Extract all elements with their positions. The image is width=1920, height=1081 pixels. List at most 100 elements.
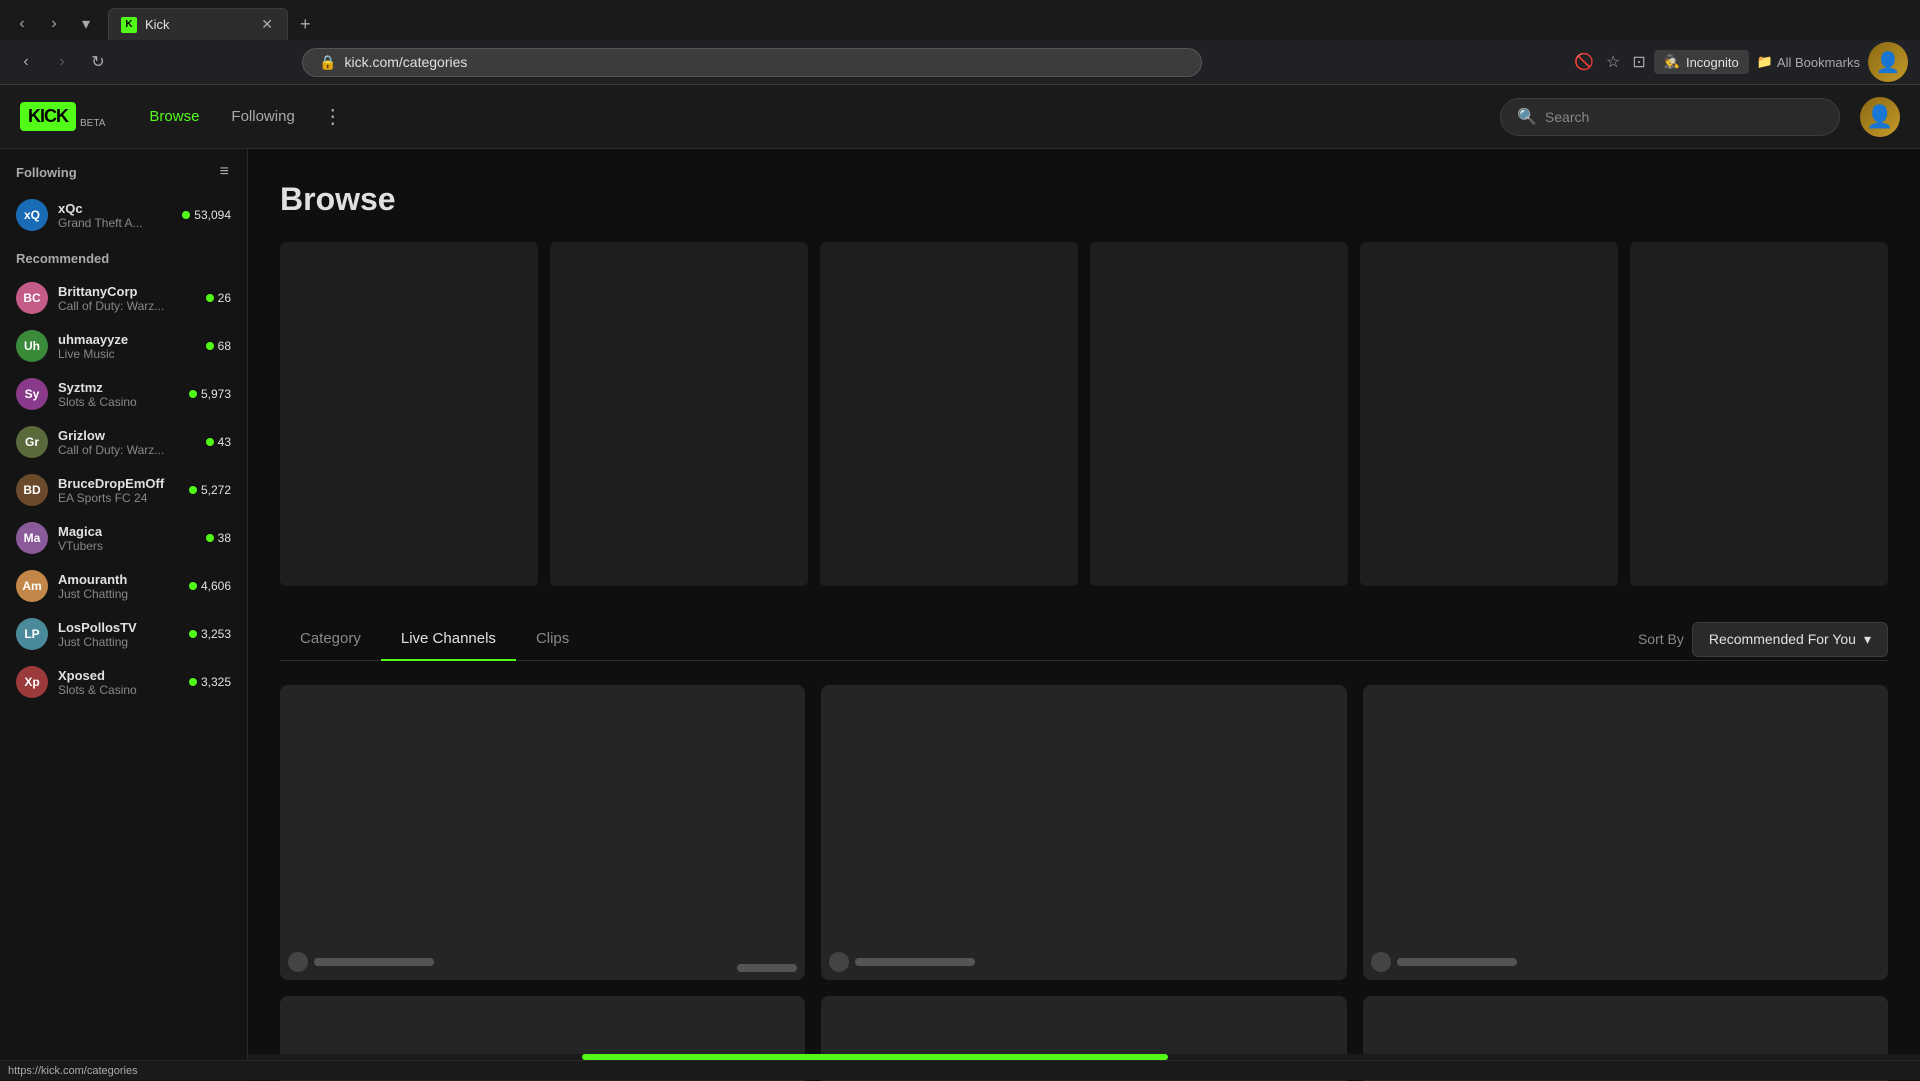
sidebar-item-uhmaayyze[interactable]: Uh uhmaayyze Live Music 68 bbox=[0, 322, 247, 370]
viewer-count-xposed: 3,325 bbox=[189, 675, 231, 689]
channel-info-grizlow: Grizlow Call of Duty: Warz... bbox=[58, 428, 196, 457]
page-content: Browse Category Live Channels Clips Sort… bbox=[248, 149, 1920, 1081]
stream-card-2[interactable] bbox=[821, 685, 1346, 980]
tab-favicon: K bbox=[121, 17, 137, 33]
viewer-count-lospollostv: 3,253 bbox=[189, 627, 231, 641]
incognito-icon: 🕵 bbox=[1664, 54, 1680, 70]
new-tab-btn[interactable]: + bbox=[292, 10, 319, 39]
viewer-count-syztmz: 5,973 bbox=[189, 387, 231, 401]
channel-avatar-brittanycorp: BC bbox=[16, 282, 48, 314]
viewer-count-grizlow: 43 bbox=[206, 435, 231, 449]
address-bar-row: ‹ › ↻ 🔒 kick.com/categories 🚫 ☆ ⊡ 🕵 Inco… bbox=[0, 40, 1920, 84]
channel-info-amouranth: Amouranth Just Chatting bbox=[58, 572, 179, 601]
channel-info-uhmaayyze: uhmaayyze Live Music bbox=[58, 332, 196, 361]
viewer-count-xqc: 53,094 bbox=[182, 208, 231, 222]
sort-value: Recommended For You bbox=[1709, 631, 1856, 647]
tab-back-btn[interactable]: ‹ bbox=[8, 10, 36, 38]
tab-title: Kick bbox=[145, 17, 251, 32]
sidebar-item-magica[interactable]: Ma Magica VTubers 38 bbox=[0, 514, 247, 562]
sort-by: Sort By Recommended For You ▾ bbox=[1638, 622, 1888, 657]
browse-tabs: Category Live Channels Clips Sort By Rec… bbox=[280, 618, 1888, 661]
forward-btn[interactable]: › bbox=[48, 48, 76, 76]
stream-card-1[interactable] bbox=[280, 685, 805, 980]
category-thumb-3[interactable] bbox=[820, 242, 1078, 586]
tab-live-channels[interactable]: Live Channels bbox=[381, 618, 516, 661]
channel-info-syztmz: Syztmz Slots & Casino bbox=[58, 380, 179, 409]
sidebar-collapse-btn[interactable]: ≡ bbox=[218, 161, 231, 183]
sidebar-item-xposed[interactable]: Xp Xposed Slots & Casino 3,325 bbox=[0, 658, 247, 706]
nav-more-btn[interactable]: ⋮ bbox=[315, 100, 351, 133]
status-bar-url: https://kick.com/categories bbox=[8, 1065, 138, 1077]
user-avatar-browser[interactable]: 👤 bbox=[1868, 42, 1908, 82]
viewer-count-uhmaayyze: 68 bbox=[206, 339, 231, 353]
recommended-section-header: Recommended bbox=[0, 239, 247, 274]
tab-close-btn[interactable]: ✕ bbox=[259, 16, 275, 33]
tab-forward-btn[interactable]: › bbox=[40, 10, 68, 38]
channel-avatar-uhmaayyze: Uh bbox=[16, 330, 48, 362]
sidebar-item-grizlow[interactable]: Gr Grizlow Call of Duty: Warz... 43 bbox=[0, 418, 247, 466]
channel-game-xqc: Grand Theft A... bbox=[58, 216, 172, 230]
reload-btn[interactable]: ↻ bbox=[84, 48, 112, 76]
nav-browse[interactable]: Browse bbox=[137, 100, 211, 133]
header-search: 🔍 Search bbox=[1500, 98, 1840, 136]
live-dot-xqc bbox=[182, 211, 190, 219]
tab-dropdown-btn[interactable]: ▾ bbox=[72, 10, 100, 38]
tab-clips[interactable]: Clips bbox=[516, 618, 589, 661]
following-section-header: Following ≡ bbox=[0, 149, 247, 191]
sidebar-item-brittanycorp[interactable]: BC BrittanyCorp Call of Duty: Warz... 26 bbox=[0, 274, 247, 322]
tab-category[interactable]: Category bbox=[280, 618, 381, 661]
bookmarks-folder-icon: 📁 bbox=[1757, 54, 1773, 70]
category-thumb-4[interactable] bbox=[1090, 242, 1348, 586]
sidebar-item-syztmz[interactable]: Sy Syztmz Slots & Casino 5,973 bbox=[0, 370, 247, 418]
channel-avatar-brucedropemoff: BD bbox=[16, 474, 48, 506]
viewer-count-amouranth: 4,606 bbox=[189, 579, 231, 593]
browser-tab[interactable]: K Kick ✕ bbox=[108, 8, 288, 40]
sort-dropdown[interactable]: Recommended For You ▾ bbox=[1692, 622, 1888, 657]
recommended-section-title: Recommended bbox=[16, 251, 109, 266]
app-header: KICK BETA Browse Following ⋮ 🔍 Search 👤 bbox=[0, 85, 1920, 149]
category-thumb-2[interactable] bbox=[550, 242, 808, 586]
main-content: Following ≡ xQ xQc Grand Theft A... 53,0… bbox=[0, 149, 1920, 1081]
sort-chevron-icon: ▾ bbox=[1864, 631, 1871, 648]
bookmark-star-icon[interactable]: ☆ bbox=[1606, 52, 1620, 72]
address-bar[interactable]: 🔒 kick.com/categories bbox=[302, 48, 1202, 77]
channel-avatar-magica: Ma bbox=[16, 522, 48, 554]
logo[interactable]: KICK BETA bbox=[20, 102, 105, 131]
lock-icon: 🔒 bbox=[319, 54, 336, 71]
header-nav: Browse Following ⋮ bbox=[137, 100, 350, 133]
search-box[interactable]: 🔍 Search bbox=[1500, 98, 1840, 136]
logo-box: KICK bbox=[20, 102, 76, 131]
channel-info-brittanycorp: BrittanyCorp Call of Duty: Warz... bbox=[58, 284, 196, 313]
back-btn[interactable]: ‹ bbox=[12, 48, 40, 76]
category-thumb-6[interactable] bbox=[1630, 242, 1888, 586]
nav-following[interactable]: Following bbox=[219, 100, 306, 133]
device-icon[interactable]: ⊡ bbox=[1632, 52, 1645, 72]
channel-avatar-syztmz: Sy bbox=[16, 378, 48, 410]
sidebar-item-amouranth[interactable]: Am Amouranth Just Chatting 4,606 bbox=[0, 562, 247, 610]
category-thumb-5[interactable] bbox=[1360, 242, 1618, 586]
tab-bar: ‹ › ▾ K Kick ✕ + bbox=[0, 0, 1920, 40]
stream-thumbnail-2 bbox=[821, 685, 1346, 980]
search-placeholder: Search bbox=[1545, 109, 1589, 125]
stream-grid bbox=[280, 685, 1888, 1081]
browser-chrome: ‹ › ▾ K Kick ✕ + ‹ › ↻ 🔒 kick.com/catego… bbox=[0, 0, 1920, 85]
camera-off-icon[interactable]: 🚫 bbox=[1574, 52, 1594, 72]
incognito-btn[interactable]: 🕵 Incognito bbox=[1654, 50, 1749, 74]
sidebar-item-brucedropemoff[interactable]: BD BruceDropEmOff EA Sports FC 24 5,272 bbox=[0, 466, 247, 514]
search-icon: 🔍 bbox=[1517, 107, 1537, 127]
stream-thumbnail-3 bbox=[1363, 685, 1888, 980]
sidebar-item-lospollostvv[interactable]: LP LosPollosTV Just Chatting 3,253 bbox=[0, 610, 247, 658]
page-title: Browse bbox=[280, 181, 1888, 218]
channel-info-lospollostv: LosPollosTV Just Chatting bbox=[58, 620, 179, 649]
viewer-count-magica: 38 bbox=[206, 531, 231, 545]
viewer-count-brittanycorp: 26 bbox=[206, 291, 231, 305]
stream-card-3[interactable] bbox=[1363, 685, 1888, 980]
category-thumb-1[interactable] bbox=[280, 242, 538, 586]
channel-avatar-xposed: Xp bbox=[16, 666, 48, 698]
channel-avatar-xqc: xQ bbox=[16, 199, 48, 231]
incognito-label: Incognito bbox=[1686, 55, 1739, 70]
stream-thumbnail-1 bbox=[280, 685, 805, 980]
user-avatar-header[interactable]: 👤 bbox=[1860, 97, 1900, 137]
sidebar-item-xqc[interactable]: xQ xQc Grand Theft A... 53,094 bbox=[0, 191, 247, 239]
bookmarks-btn[interactable]: 📁 All Bookmarks bbox=[1757, 54, 1860, 70]
